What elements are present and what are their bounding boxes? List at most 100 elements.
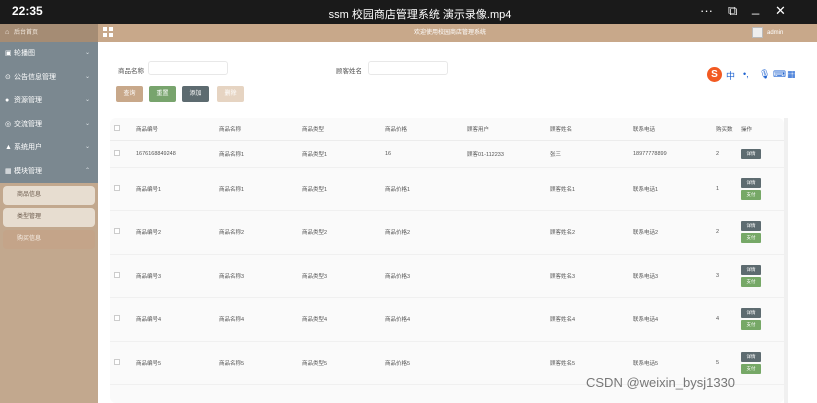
detail-button[interactable]: 详情 <box>741 264 761 275</box>
cell-customer-user: 顾客01-112233 <box>463 140 546 168</box>
window-icon[interactable]: ⧉ <box>728 3 737 19</box>
delete-button[interactable]: 删除 <box>217 86 244 102</box>
avatar[interactable] <box>752 27 763 38</box>
col-product-price[interactable]: 商品价格 <box>381 118 463 141</box>
col-product-type[interactable]: 商品类型 <box>298 118 381 141</box>
close-icon[interactable]: ✕ <box>775 3 786 19</box>
detail-button[interactable]: 详情 <box>741 221 761 232</box>
detail-button[interactable]: 详情 <box>741 177 761 188</box>
sidebar-item-modules[interactable]: ▦ 模块管理 ⌃ <box>0 159 98 183</box>
chevron-up-icon: ⌃ <box>84 167 90 174</box>
add-button[interactable]: 添加 <box>182 86 209 102</box>
pay-button[interactable]: 支付 <box>741 320 761 331</box>
table-row[interactable]: 商品编号3 商品名称3 商品类型3 商品价格3 顾客姓名3 联系电话3 3 详情… <box>110 254 784 298</box>
menu-toggle-icon[interactable] <box>103 27 113 37</box>
col-product-no[interactable]: 商品编号 <box>132 118 215 141</box>
top-bar: ⌂ 后台首页 欢迎使用校园商店管理系统 admin <box>0 24 817 42</box>
row-checkbox[interactable] <box>114 315 120 322</box>
table-row[interactable]: 1676168849248 商品名称1 商品类型1 16 顾客01-112233… <box>110 140 784 168</box>
clock-icon: ⊙ <box>5 73 11 81</box>
purchase-table: 商品编号 商品名称 商品类型 商品价格 顾客用户 顾客姓名 联系电话 购买数 操… <box>110 118 784 385</box>
more-icon[interactable]: ··· <box>700 3 713 18</box>
reset-button[interactable]: 重置 <box>149 86 176 102</box>
cell-product-type: 商品类型5 <box>298 341 381 385</box>
minimize-icon[interactable]: _ <box>752 0 759 15</box>
sidebar-item-resources[interactable]: ● 资源管理 ⌄ <box>0 89 98 113</box>
detail-button[interactable]: 详情 <box>741 148 761 159</box>
dot-icon: ● <box>5 97 10 104</box>
vertical-scrollbar[interactable] <box>784 118 788 403</box>
row-checkbox[interactable] <box>114 184 120 191</box>
cell-quantity: 4 <box>712 297 737 342</box>
cell-customer-name: 顾客姓名3 <box>546 254 629 298</box>
cell-product-price: 16 <box>381 140 463 168</box>
cell-customer-name: 顾客姓名4 <box>546 297 629 342</box>
cell-customer-user <box>463 210 546 255</box>
pay-button[interactable]: 支付 <box>741 276 761 287</box>
cell-product-price: 商品价格5 <box>381 341 463 385</box>
sidebar-item-notice[interactable]: ⊙ 公告信息管理 ⌄ <box>0 65 98 89</box>
col-customer-name[interactable]: 顾客姓名 <box>546 118 629 141</box>
sidebar-item-carousel[interactable]: ▣ 轮播图 ⌄ <box>0 42 98 66</box>
sidebar-subitem-purchases[interactable]: 购买信息 <box>3 230 95 249</box>
table-row[interactable]: 商品编号2 商品名称2 商品类型2 商品价格2 顾客姓名2 联系电话2 2 详情… <box>110 210 784 255</box>
query-button[interactable]: 查询 <box>116 86 143 102</box>
cell-product-name: 商品名称2 <box>215 210 298 255</box>
cell-product-name: 商品名称5 <box>215 341 298 385</box>
detail-button[interactable]: 详情 <box>741 351 761 362</box>
welcome-text: 欢迎使用校园商店管理系统 <box>413 30 486 36</box>
username[interactable]: admin <box>767 24 783 42</box>
table-row[interactable]: 商品编号4 商品名称4 商品类型4 商品价格4 顾客姓名4 联系电话4 4 详情… <box>110 297 784 342</box>
chat-icon: ◎ <box>5 120 12 128</box>
cell-phone: 联系电话1 <box>629 167 712 211</box>
tools-icon[interactable]: ▦ <box>787 69 796 80</box>
player-time: 22:35 <box>12 4 43 18</box>
ime-toolbar: S 中 •, 🎙 ⌨ ▦ <box>707 67 799 83</box>
sidebar-item-label: 交流管理 <box>14 120 42 128</box>
sidebar-item-label: 轮播图 <box>14 50 35 57</box>
cell-customer-name: 顾客姓名2 <box>546 210 629 255</box>
cell-product-name: 商品名称4 <box>215 297 298 342</box>
cell-product-name: 商品名称3 <box>215 254 298 298</box>
purchase-table-wrap: 商品编号 商品名称 商品类型 商品价格 顾客用户 顾客姓名 联系电话 购买数 操… <box>110 118 784 403</box>
cell-customer-user <box>463 297 546 342</box>
sidebar-item-label: 系统用户 <box>14 144 42 151</box>
customer-name-input[interactable] <box>368 61 448 75</box>
col-product-name[interactable]: 商品名称 <box>215 118 298 141</box>
cell-customer-user <box>463 341 546 385</box>
row-checkbox[interactable] <box>114 358 120 365</box>
table-row[interactable]: 商品编号1 商品名称1 商品类型1 商品价格1 顾客姓名1 联系电话1 1 详情… <box>110 167 784 211</box>
pay-button[interactable]: 支付 <box>741 363 761 374</box>
cell-product-name: 商品名称1 <box>215 140 298 168</box>
col-customer-user[interactable]: 顾客用户 <box>463 118 546 141</box>
cell-customer-name: 张三 <box>546 140 629 168</box>
punct-icon[interactable]: •, <box>743 69 749 79</box>
pay-button[interactable]: 支付 <box>741 233 761 244</box>
keyboard-icon[interactable]: ⌨ <box>773 69 786 80</box>
video-player-bar: 22:35 ssm 校园商店管理系统 演示录像.mp4 ··· ⧉ _ ✕ <box>0 0 817 24</box>
detail-button[interactable]: 详情 <box>741 308 761 319</box>
cell-product-no: 商品编号4 <box>132 297 215 342</box>
home-icon: ⌂ <box>5 29 10 36</box>
sidebar-subitem-products[interactable]: 商品信息 <box>3 186 95 205</box>
sidebar-item-exchange[interactable]: ◎ 交流管理 ⌄ <box>0 112 98 136</box>
cell-quantity: 2 <box>712 210 737 255</box>
row-checkbox[interactable] <box>114 149 120 156</box>
select-all-checkbox[interactable] <box>114 124 120 131</box>
ime-lang[interactable]: 中 <box>726 69 735 82</box>
sidebar-item-users[interactable]: ▲ 系统用户 ⌄ <box>0 136 98 160</box>
col-quantity[interactable]: 购买数 <box>712 118 737 141</box>
sogou-logo-icon[interactable]: S <box>707 67 722 82</box>
cell-product-type: 商品类型2 <box>298 210 381 255</box>
col-phone[interactable]: 联系电话 <box>629 118 712 141</box>
home-tab[interactable]: ⌂ 后台首页 <box>0 24 98 42</box>
cell-product-type: 商品类型4 <box>298 297 381 342</box>
product-name-input[interactable] <box>148 61 228 75</box>
mic-icon[interactable]: 🎙 <box>759 69 770 80</box>
row-checkbox[interactable] <box>114 271 120 278</box>
sidebar-subitem-types[interactable]: 类型管理 <box>3 208 95 227</box>
row-checkbox[interactable] <box>114 228 120 235</box>
cell-customer-user <box>463 167 546 211</box>
cell-phone: 18977778899 <box>629 140 712 168</box>
pay-button[interactable]: 支付 <box>741 189 761 200</box>
